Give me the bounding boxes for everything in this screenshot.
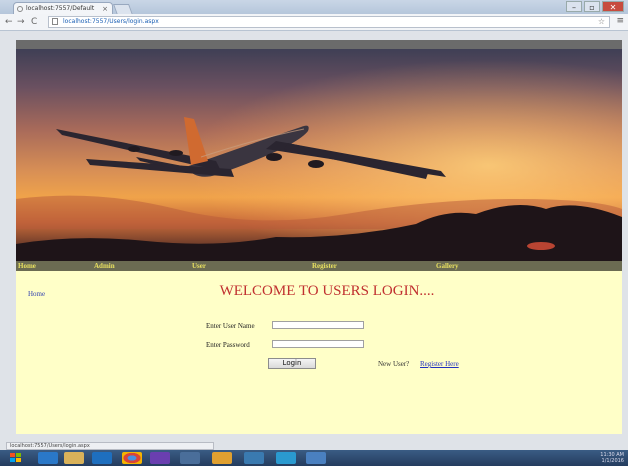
minimize-button[interactable]: –	[566, 1, 582, 12]
forward-button[interactable]: →	[17, 16, 25, 28]
address-bar[interactable]: localhost:7557/Users/login.aspx ☆	[48, 16, 610, 28]
network-icon[interactable]	[276, 452, 296, 464]
window-controls: – ▫ ✕	[566, 1, 624, 12]
bookmark-star-icon[interactable]: ☆	[598, 17, 605, 27]
web-page: Home Admin User Register Gallery Home WE…	[16, 40, 622, 434]
page-title: WELCOME TO USERS LOGIN....	[219, 283, 435, 299]
outlook-icon[interactable]	[92, 452, 112, 464]
address-text: localhost:7557/Users/login.aspx	[63, 18, 159, 25]
browser-menu-icon[interactable]: ≡	[616, 16, 624, 26]
windows-start-icon[interactable]	[5, 451, 27, 465]
nav-home[interactable]: Home	[18, 261, 36, 271]
browser-tab[interactable]: localhost:7557/Default ×	[13, 2, 113, 14]
password-label: Enter Password	[206, 341, 250, 349]
paint-icon[interactable]	[180, 452, 200, 464]
nav-user[interactable]: User	[192, 261, 206, 271]
ie-icon[interactable]	[38, 452, 58, 464]
username-label: Enter User Name	[206, 322, 255, 330]
browser-toolbar: ← → C localhost:7557/Users/login.aspx ☆ …	[0, 14, 628, 31]
browser-title-bar: localhost:7557/Default × – ▫ ✕	[0, 0, 628, 15]
airplane-illustration	[16, 49, 622, 261]
back-button[interactable]: ←	[5, 16, 13, 28]
tab-title: localhost:7557/Default	[26, 5, 95, 12]
nav-register[interactable]: Register	[312, 261, 337, 271]
folder-icon[interactable]	[212, 452, 232, 464]
windows-taskbar: 11:30 AM 1/1/2016	[0, 450, 628, 466]
media-icon[interactable]	[244, 452, 264, 464]
status-bar: localhost:7557/Users/login.aspx	[6, 442, 214, 450]
system-tray[interactable]: 11:30 AM 1/1/2016	[600, 452, 624, 464]
header-strip	[16, 40, 622, 49]
tab-close-icon[interactable]: ×	[102, 3, 108, 14]
chrome-icon[interactable]	[122, 452, 142, 464]
site-nav-bar: Home Admin User Register Gallery	[16, 261, 622, 271]
visual-studio-icon[interactable]	[150, 452, 170, 464]
close-window-button[interactable]: ✕	[602, 1, 624, 12]
password-input[interactable]	[272, 340, 364, 348]
register-here-link[interactable]: Register Here	[420, 360, 459, 368]
nav-admin[interactable]: Admin	[94, 261, 115, 271]
tray-date: 1/1/2016	[601, 458, 624, 464]
page-icon	[52, 18, 58, 25]
login-button[interactable]: Login	[268, 358, 316, 369]
reload-button[interactable]: C	[31, 16, 37, 28]
new-user-text: New User?	[378, 360, 410, 368]
page-favicon-icon	[17, 6, 23, 12]
vs-code-icon[interactable]	[306, 452, 326, 464]
maximize-button[interactable]: ▫	[584, 1, 600, 12]
nav-gallery[interactable]: Gallery	[436, 261, 459, 271]
explorer-icon[interactable]	[64, 452, 84, 464]
username-input[interactable]	[272, 321, 364, 329]
airplane-sunset-banner	[16, 49, 622, 261]
